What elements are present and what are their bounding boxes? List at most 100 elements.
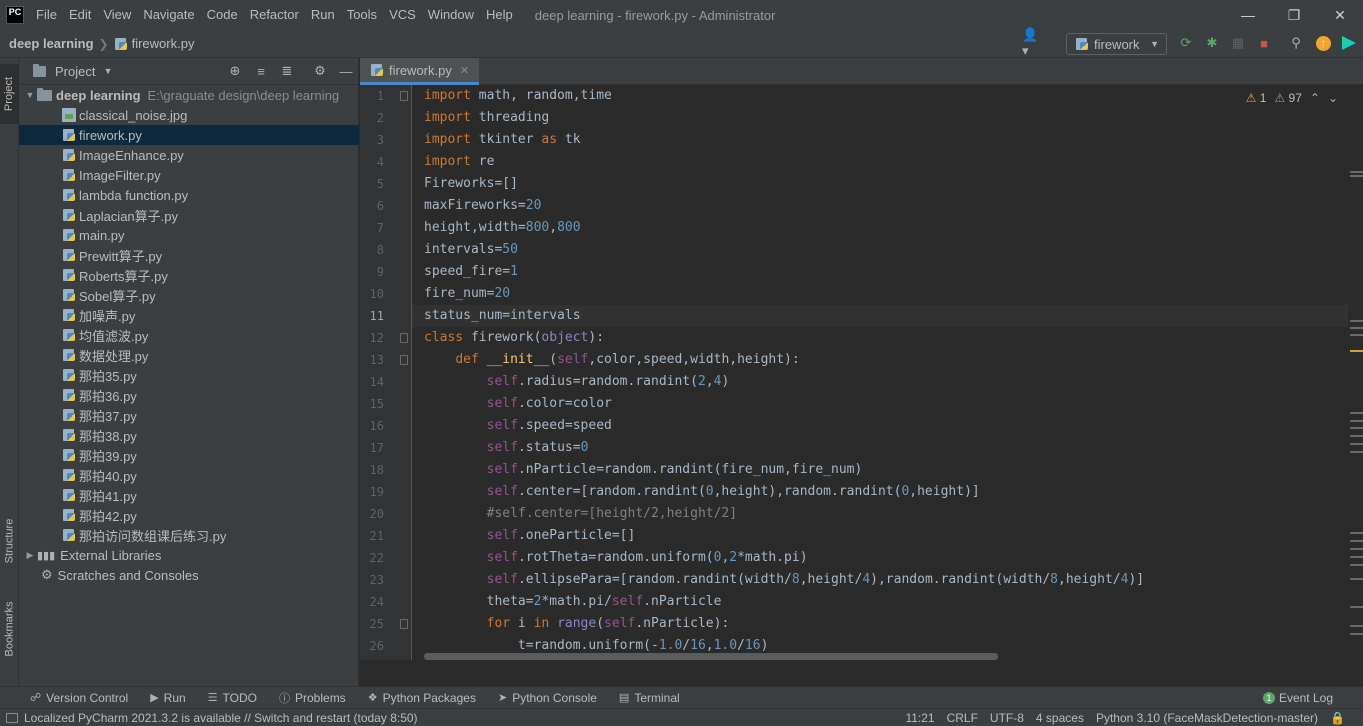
collapse-all-icon[interactable]: ≣ (278, 62, 296, 80)
lock-icon[interactable]: 🔒 (1330, 711, 1345, 725)
tree-file[interactable]: main.py (19, 225, 359, 245)
coverage-icon[interactable]: ▦ (1229, 34, 1247, 52)
tree-file[interactable]: 均值滤波.py (19, 325, 359, 345)
restore-button[interactable]: ❐ (1271, 0, 1317, 30)
stripe-marker[interactable] (1350, 427, 1363, 429)
project-tool-tab[interactable]: Project (0, 64, 19, 124)
warning-count[interactable]: ⚠ 1 (1246, 91, 1267, 105)
hide-panel-icon[interactable]: — (337, 62, 355, 80)
tree-file[interactable]: 那拍36.py (19, 385, 359, 405)
stripe-marker[interactable] (1350, 625, 1363, 627)
tree-file[interactable]: firework.py (19, 125, 359, 145)
tree-file[interactable]: 那拍40.py (19, 465, 359, 485)
chevron-down-icon[interactable]: ▼ (103, 66, 112, 76)
tree-file[interactable]: ImageFilter.py (19, 165, 359, 185)
search-icon[interactable]: ⚲ (1287, 34, 1305, 52)
tree-file[interactable]: lambda function.py (19, 185, 359, 205)
stripe-marker[interactable] (1350, 327, 1363, 329)
gear-icon[interactable]: ⚙ (311, 62, 329, 80)
tree-file[interactable]: 数据处理.py (19, 345, 359, 365)
stripe-marker[interactable] (1350, 548, 1363, 550)
stripe-marker[interactable] (1350, 633, 1363, 635)
menu-item-window[interactable]: Window (422, 0, 480, 30)
stripe-marker[interactable] (1350, 420, 1363, 422)
code-with-me-icon[interactable] (1340, 34, 1358, 52)
menu-item-refactor[interactable]: Refactor (244, 0, 305, 30)
horizontal-scrollbar[interactable] (424, 653, 998, 660)
expand-all-icon[interactable]: ≡ (252, 62, 270, 80)
tree-file[interactable]: ImageEnhance.py (19, 145, 359, 165)
user-icon[interactable]: 👤▾ (1022, 27, 1040, 58)
tree-file[interactable]: 那拍35.py (19, 365, 359, 385)
stripe-marker[interactable] (1350, 556, 1363, 558)
menu-item-tools[interactable]: Tools (341, 0, 383, 30)
menu-item-view[interactable]: View (97, 0, 137, 30)
status-message[interactable]: Localized PyCharm 2021.3.2 is available … (24, 711, 418, 725)
file-encoding[interactable]: UTF-8 (990, 711, 1024, 725)
toggle-tool-windows-icon[interactable] (6, 712, 18, 723)
tree-file[interactable]: 那拍38.py (19, 425, 359, 445)
event-log-button[interactable]: 1 Event Log (1262, 691, 1333, 705)
chevron-up-icon[interactable]: ⌃ (1310, 91, 1320, 105)
tab-firework[interactable]: firework.py ✕ (360, 58, 480, 85)
chevron-right-icon[interactable]: ▶ (23, 550, 37, 561)
close-tab-icon[interactable]: ✕ (460, 64, 469, 77)
tree-external-libraries[interactable]: ▶ ▮▮▮ External Libraries (19, 545, 359, 565)
tree-file[interactable]: Roberts算子.py (19, 265, 359, 285)
run-config-select[interactable]: firework ▼ (1066, 33, 1167, 55)
tree-file[interactable]: classical_noise.jpg (19, 105, 359, 125)
tree-file[interactable]: Prewitt算子.py (19, 245, 359, 265)
project-panel-title[interactable]: Project (55, 64, 95, 79)
tool-python-console[interactable]: ➤ Python Console (498, 690, 597, 706)
tree-file[interactable]: Laplacian算子.py (19, 205, 359, 225)
structure-tool-tab[interactable]: Structure (0, 506, 19, 576)
stripe-marker[interactable] (1350, 606, 1363, 608)
breadcrumb-file[interactable]: firework.py (132, 36, 195, 51)
tree-file[interactable]: 那拍42.py (19, 505, 359, 525)
stripe-marker[interactable] (1350, 443, 1363, 445)
stripe-marker[interactable] (1350, 564, 1363, 566)
update-icon[interactable]: ↑ (1314, 34, 1332, 52)
tool-terminal[interactable]: ▤ Terminal (619, 690, 680, 706)
tree-file[interactable]: 那拍37.py (19, 405, 359, 425)
tool-run[interactable]: ▶ Run (150, 690, 185, 706)
stripe-marker[interactable] (1350, 175, 1363, 177)
menu-item-edit[interactable]: Edit (63, 0, 97, 30)
locate-icon[interactable]: ⊕ (226, 62, 244, 80)
indent-setting[interactable]: 4 spaces (1036, 711, 1084, 725)
stripe-marker[interactable] (1350, 350, 1363, 352)
stripe-marker[interactable] (1350, 578, 1363, 580)
fold-marker-icon[interactable] (400, 619, 408, 629)
line-separator[interactable]: CRLF (947, 711, 978, 725)
tool-python-packages[interactable]: ❖ Python Packages (368, 690, 476, 706)
close-button[interactable]: ✕ (1317, 0, 1363, 30)
menu-item-navigate[interactable]: Navigate (137, 0, 200, 30)
python-interpreter[interactable]: Python 3.10 (FaceMaskDetection-master) (1096, 711, 1318, 725)
tree-root-folder[interactable]: ▼ deep learning E:\graguate design\deep le… (19, 85, 359, 105)
tree-file[interactable]: Sobel算子.py (19, 285, 359, 305)
weak-warning-count[interactable]: ⚠ 97 (1274, 91, 1301, 105)
tree-file[interactable]: 那拍39.py (19, 445, 359, 465)
minimize-button[interactable]: — (1225, 0, 1271, 30)
tool-todo[interactable]: ☰ TODO (208, 690, 257, 706)
menu-item-vcs[interactable]: VCS (383, 0, 422, 30)
stripe-marker[interactable] (1350, 540, 1363, 542)
stripe-marker[interactable] (1350, 451, 1363, 453)
fold-marker-icon[interactable] (400, 355, 408, 365)
chevron-down-icon[interactable]: ▼ (23, 90, 37, 100)
code-editor[interactable]: import math, random,time import threading… (412, 85, 1348, 660)
rerun-icon[interactable]: ⟳ (1177, 34, 1195, 52)
tree-file[interactable]: 那拍41.py (19, 485, 359, 505)
stripe-marker[interactable] (1350, 320, 1363, 322)
menu-item-code[interactable]: Code (201, 0, 244, 30)
tree-file[interactable]: 加噪声.py (19, 305, 359, 325)
stripe-marker[interactable] (1350, 171, 1363, 173)
fold-marker-icon[interactable] (400, 91, 408, 101)
stripe-marker[interactable] (1350, 334, 1363, 336)
cursor-position[interactable]: 11:21 (905, 711, 934, 725)
debug-icon[interactable]: ✱ (1203, 34, 1221, 52)
menu-item-run[interactable]: Run (305, 0, 341, 30)
tree-scratches[interactable]: ⚙ Scratches and Consoles (19, 565, 359, 585)
stripe-marker[interactable] (1350, 532, 1363, 534)
stripe-marker[interactable] (1350, 435, 1363, 437)
